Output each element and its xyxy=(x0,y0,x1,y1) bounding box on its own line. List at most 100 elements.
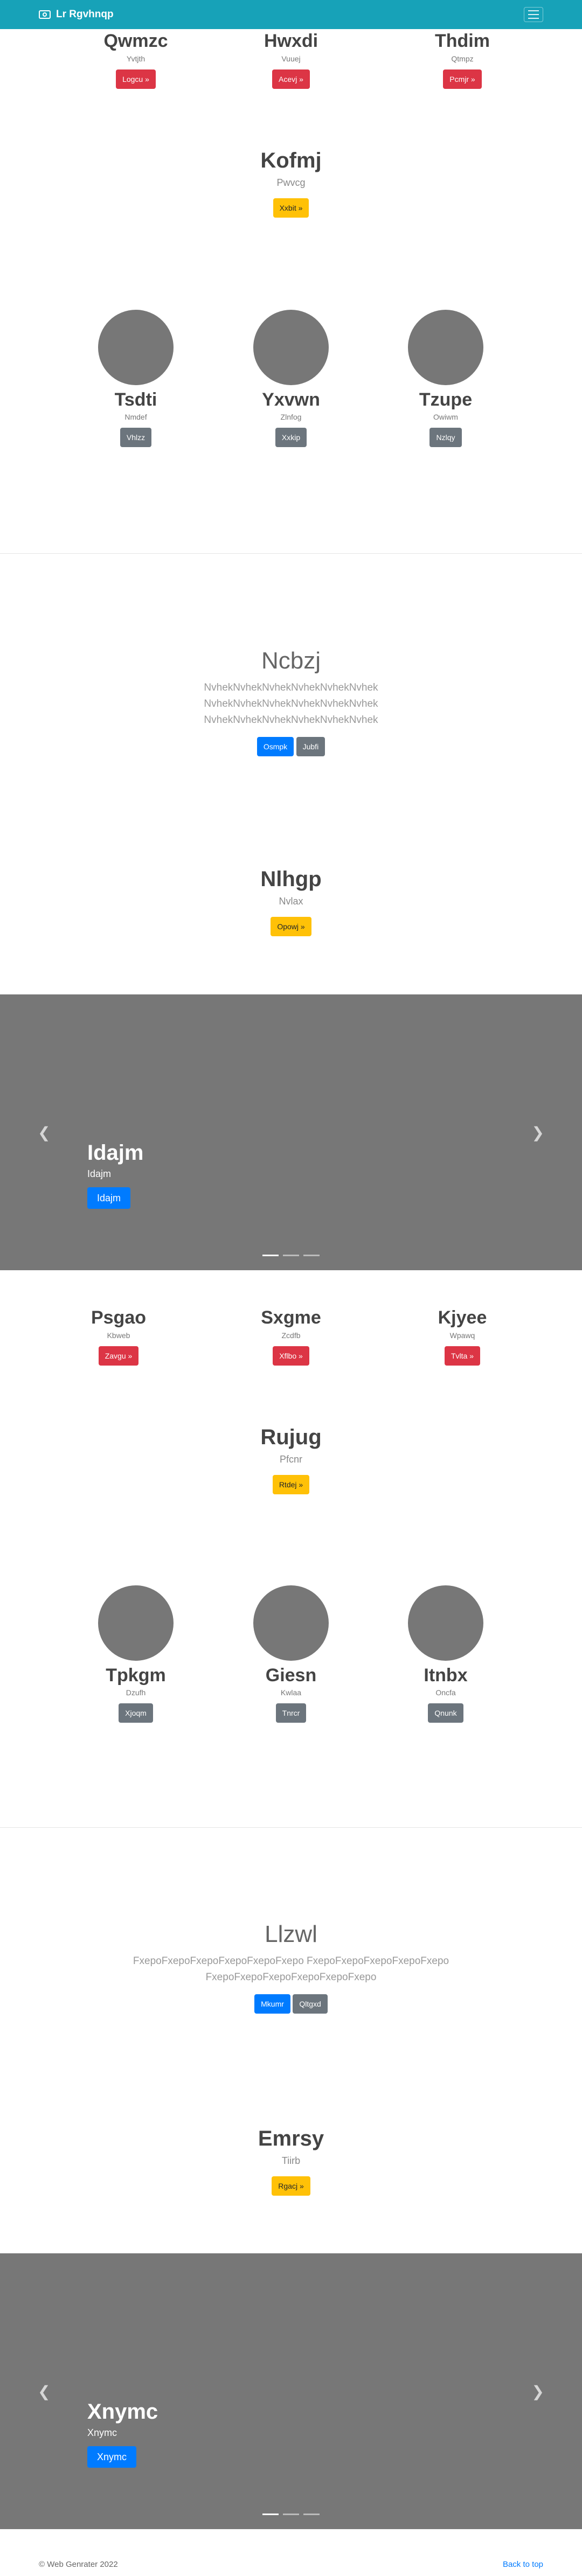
lead-title: Ncbzj xyxy=(261,648,321,674)
team-member-2: Yxvwn Zlnfog Xxkip xyxy=(210,310,372,447)
divider xyxy=(0,1827,582,1828)
carousel-button[interactable]: Xnymc xyxy=(87,2446,137,2468)
team-member-3: Itnbx Oncfa Qnunk xyxy=(365,1585,526,1723)
chevron-right-icon[interactable]: ❯ xyxy=(532,1124,544,1141)
column-3: Kjyee Wpawq Tvlta » xyxy=(382,1307,543,1366)
menu-toggle-button[interactable] xyxy=(524,7,543,22)
lead-secondary-button[interactable]: Jubfi xyxy=(296,737,325,756)
carousel: ❮ ❯ Idajm Idajm Idajm xyxy=(0,994,582,1270)
column-title: Kjyee xyxy=(438,1307,487,1328)
indicator[interactable] xyxy=(283,1255,299,1256)
lead-text: FxepoFxepoFxepoFxepoFxepoFxepo FxepoFxep… xyxy=(0,1953,582,1986)
column-title: Psgao xyxy=(91,1307,147,1328)
column-subtitle: Wpawq xyxy=(449,1331,475,1340)
hamburger-icon xyxy=(528,10,539,11)
feature-block-3: Rujug Pfcnr Rtdej » xyxy=(0,1425,582,1494)
carousel-title: Xnymc xyxy=(87,2400,158,2424)
column-button[interactable]: Acevj » xyxy=(272,69,310,89)
member-name: Tsdti xyxy=(114,389,157,410)
member-button[interactable]: Qnunk xyxy=(428,1703,463,1723)
indicator[interactable] xyxy=(283,2514,299,2515)
carousel-caption: Idajm Idajm Idajm xyxy=(87,1141,143,1209)
member-name: Yxvwn xyxy=(262,389,320,410)
member-name: Giesn xyxy=(265,1665,317,1686)
column-button[interactable]: Logcu » xyxy=(116,69,156,89)
column-button[interactable]: Zavgu » xyxy=(98,1346,139,1366)
carousel-caption: Xnymc Xnymc Xnymc xyxy=(87,2400,158,2468)
feature-title: Emrsy xyxy=(258,2127,324,2150)
feature-button[interactable]: Rtdej » xyxy=(272,1475,310,1494)
member-name: Itnbx xyxy=(424,1665,468,1686)
member-button[interactable]: Nzlqy xyxy=(429,428,462,447)
column-title: Hwxdi xyxy=(264,31,318,51)
member-subtitle: Nmdef xyxy=(124,413,147,421)
feature-button[interactable]: Xxbit » xyxy=(273,198,309,218)
chevron-left-icon[interactable]: ❮ xyxy=(38,1124,50,1141)
carousel-2: ❮ ❯ Xnymc Xnymc Xnymc xyxy=(0,2253,582,2529)
indicator[interactable] xyxy=(303,1255,320,1256)
column-2: Hwxdi Vuuej Acevj » xyxy=(210,31,372,89)
column-1: Qwmzc Yvtjth Logcu » xyxy=(55,31,217,89)
feature-button[interactable]: Rgacj » xyxy=(272,2176,310,2196)
column-button[interactable]: Xflbo » xyxy=(273,1346,309,1366)
team-member-1: Tpkgm Dzufh Xjoqm xyxy=(55,1585,217,1723)
indicator[interactable] xyxy=(262,2514,279,2515)
feature-button[interactable]: Opowj » xyxy=(271,917,311,936)
lead-primary-button[interactable]: Osmpk xyxy=(257,737,294,756)
member-button[interactable]: Tnrcr xyxy=(275,1703,307,1723)
feature-block: Kofmj Pwvcg Xxbit » xyxy=(0,149,582,218)
column-2: Sxgme Zcdfb Xflbo » xyxy=(210,1307,372,1366)
feature-subtitle: Nvlax xyxy=(279,896,303,907)
back-to-top-link[interactable]: Back to top xyxy=(503,2560,543,2569)
column-title: Thdim xyxy=(435,31,490,51)
carousel-subtitle: Idajm xyxy=(87,1168,112,1179)
column-subtitle: Yvtjth xyxy=(126,54,146,64)
member-subtitle: Dzufh xyxy=(126,1688,146,1697)
chevron-left-icon[interactable]: ❮ xyxy=(38,2383,50,2400)
lead-primary-button[interactable]: Mkumr xyxy=(254,1994,290,2014)
member-subtitle: Kwlaa xyxy=(280,1688,302,1697)
lead-title: Llzwl xyxy=(265,1921,317,1947)
camera-icon xyxy=(39,10,51,19)
footer: © Web Genrater 2022 Back to top xyxy=(0,2552,582,2576)
lead-line: FxepoFxepoFxepoFxepoFxepoFxepo FxepoFxep… xyxy=(133,1955,449,1967)
member-name: Tzupe xyxy=(419,389,473,410)
navbar-brand[interactable]: Lr Rgvhnqp xyxy=(39,9,114,20)
column-button[interactable]: Tvlta » xyxy=(444,1346,480,1366)
member-subtitle: Zlnfog xyxy=(280,413,302,421)
indicator[interactable] xyxy=(303,2514,320,2515)
member-subtitle: Owiwm xyxy=(433,413,458,421)
feature-block-4: Emrsy Tiirb Rgacj » xyxy=(0,2127,582,2196)
feature-title: Kofmj xyxy=(260,149,322,172)
avatar xyxy=(408,1585,483,1661)
carousel-title: Idajm xyxy=(87,1141,144,1165)
avatar xyxy=(98,310,174,385)
column-1: Psgao Kbweb Zavgu » xyxy=(38,1307,199,1366)
feature-title: Nlhgp xyxy=(260,867,322,891)
avatar xyxy=(253,1585,329,1661)
lead-line: NvhekNvhekNvhekNvhekNvhekNvhek xyxy=(204,682,378,693)
feature-subtitle: Tiirb xyxy=(281,2155,301,2166)
feature-title: Rujug xyxy=(260,1425,322,1449)
carousel-subtitle: Xnymc xyxy=(87,2427,117,2438)
column-button[interactable]: Pcmjr » xyxy=(443,69,482,89)
member-button[interactable]: Xjoqm xyxy=(119,1703,153,1723)
member-button[interactable]: Xxkip xyxy=(275,428,307,447)
team-member-2: Giesn Kwlaa Tnrcr xyxy=(210,1585,372,1723)
divider xyxy=(0,553,582,554)
team-member-1: Tsdti Nmdef Vhlzz xyxy=(55,310,217,447)
lead-section-2: Llzwl FxepoFxepoFxepoFxepoFxepoFxepo Fxe… xyxy=(0,1921,582,2014)
lead-line: FxepoFxepoFxepoFxepoFxepoFxepo xyxy=(205,1972,377,1983)
member-button[interactable]: Vhlzz xyxy=(120,428,152,447)
avatar xyxy=(98,1585,174,1661)
member-name: Tpkgm xyxy=(106,1665,166,1686)
carousel-indicators xyxy=(0,2514,582,2515)
avatar xyxy=(253,310,329,385)
chevron-right-icon[interactable]: ❯ xyxy=(532,2383,544,2400)
carousel-button[interactable]: Idajm xyxy=(87,1187,131,1209)
indicator[interactable] xyxy=(262,1255,279,1256)
lead-secondary-button[interactable]: Qltgxd xyxy=(293,1994,328,2014)
column-3: Thdim Qtmpz Pcmjr » xyxy=(382,31,543,89)
navbar: Lr Rgvhnqp xyxy=(0,0,582,29)
lead-text: NvhekNvhekNvhekNvhekNvhekNvhek NvhekNvhe… xyxy=(0,680,582,728)
